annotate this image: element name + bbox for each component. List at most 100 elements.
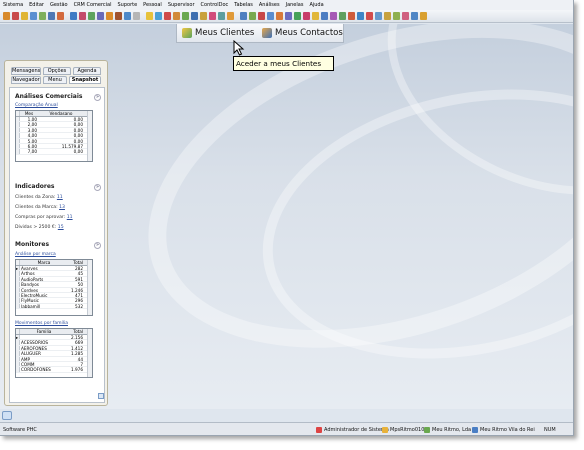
indicator-value-link[interactable]: 13 — [59, 205, 65, 210]
collapse-indicadores-icon[interactable]: » — [94, 184, 101, 191]
menu-supervisor[interactable]: Supervisor — [165, 2, 198, 8]
toolbar-icon[interactable] — [57, 12, 64, 20]
toolbar-icon[interactable] — [411, 12, 418, 20]
toolbar-icon[interactable] — [106, 12, 113, 20]
toolbar-icon[interactable] — [191, 12, 198, 20]
toolbar-icon[interactable] — [115, 12, 122, 20]
indicator-item: Compras por aprovar: 11 — [15, 215, 73, 220]
tab-snapshot[interactable]: Snapshot — [69, 76, 101, 84]
quick-access-bar: Meus Clientes Meus Contactos — [176, 24, 344, 43]
col-marca[interactable]: Marca — [20, 260, 68, 265]
toolbar-icon[interactable] — [39, 12, 46, 20]
col-total[interactable]: Total — [68, 329, 84, 334]
toolbar-icon[interactable] — [70, 12, 77, 20]
menu-gestao[interactable]: Gestão — [47, 2, 71, 8]
indicator-value-link[interactable]: 11 — [67, 215, 73, 220]
toolbar-icon[interactable] — [330, 12, 337, 20]
comparacao-anual-grid: Mes Vendasano 1,00 0,00 2,00 0,00 3,00 0,00 … — [15, 110, 93, 162]
toolbar-icon[interactable] — [276, 12, 283, 20]
menu-ajuda[interactable]: Ajuda — [306, 2, 326, 8]
side-panel: Mensagens Opções Agenda Navegador Menu S… — [4, 60, 108, 406]
tab-mensagens[interactable]: Mensagens — [11, 67, 41, 75]
menu-controldoc[interactable]: ControlDoc — [198, 2, 232, 8]
toolbar-icon[interactable] — [312, 12, 319, 20]
collapse-monitores-icon[interactable]: » — [94, 242, 101, 249]
toolbar-icon[interactable] — [21, 12, 28, 20]
toolbar-icon[interactable] — [357, 12, 364, 20]
collapse-analises-icon[interactable]: » — [94, 94, 101, 101]
indicator-value-link[interactable]: 11 — [57, 195, 63, 200]
toolbar-icon[interactable] — [393, 12, 400, 20]
toolbar-icon[interactable] — [240, 12, 247, 20]
table-row[interactable]: 7,00 0,00 — [16, 149, 92, 155]
menu-pessoal[interactable]: Pessoal — [140, 2, 165, 8]
toolbar-icon[interactable] — [227, 12, 234, 20]
menu-editar[interactable]: Editar — [26, 2, 47, 8]
main-toolbar — [0, 10, 573, 23]
toolbar-icon[interactable] — [48, 12, 55, 20]
toolbar-icon[interactable] — [164, 12, 171, 20]
toolbar-icon[interactable] — [133, 12, 140, 20]
company-icon — [424, 426, 430, 433]
toolbar-icon[interactable] — [384, 12, 391, 20]
toolbar-icon[interactable] — [258, 12, 265, 20]
analise-por-marca-link[interactable]: Análise por marca — [15, 252, 56, 257]
toolbar-icon[interactable] — [79, 12, 86, 20]
toolbar-icon[interactable] — [303, 12, 310, 20]
col-mes[interactable]: Mes — [20, 111, 38, 116]
toolbar-icon[interactable] — [173, 12, 180, 20]
toolbar-icon[interactable] — [348, 12, 355, 20]
menu-analises[interactable]: Análises — [256, 2, 283, 8]
toolbar-icon[interactable] — [12, 12, 19, 20]
expand-icon[interactable] — [98, 393, 104, 399]
comparacao-anual-link[interactable]: Comparação Anual — [15, 103, 58, 108]
movimentos-por-familia-link[interactable]: Movimentos por família — [15, 321, 68, 326]
grid-scrollbar[interactable] — [87, 260, 92, 315]
toolbar-icon[interactable] — [200, 12, 207, 20]
menu-sistema[interactable]: Sistema — [0, 2, 26, 8]
toolbar-icon[interactable] — [402, 12, 409, 20]
tab-menu[interactable]: Menu — [43, 76, 67, 84]
toolbar-icon[interactable] — [146, 12, 153, 20]
status-num: NUM — [544, 427, 556, 433]
indicator-item: Dívidas > 2500 €: 15 — [15, 225, 64, 230]
col-familia[interactable]: Familia — [20, 329, 68, 334]
toolbar-icon[interactable] — [88, 12, 95, 20]
menu-crm-comercial[interactable]: CRM Comercial — [71, 2, 115, 8]
col-vendas[interactable]: Vendasano — [38, 111, 84, 116]
table-row[interactable]: Jabbamill 532 — [16, 303, 92, 310]
toolbar-icon[interactable] — [267, 12, 274, 20]
taskbar-icon[interactable] — [2, 411, 12, 420]
toolbar-icon[interactable] — [366, 12, 373, 20]
meus-clientes-button[interactable]: Meus Clientes — [181, 26, 254, 41]
toolbar-icon[interactable] — [375, 12, 382, 20]
toolbar-icon[interactable] — [97, 12, 104, 20]
indicator-value-link[interactable]: 15 — [58, 225, 64, 230]
toolbar-icon[interactable] — [218, 12, 225, 20]
grid-scrollbar[interactable] — [87, 111, 92, 161]
toolbar-icon[interactable] — [420, 12, 427, 20]
tab-navegador[interactable]: Navegador — [11, 76, 41, 84]
toolbar-icon[interactable] — [285, 12, 292, 20]
toolbar-icon[interactable] — [155, 12, 162, 20]
toolbar-icon[interactable] — [321, 12, 328, 20]
table-row[interactable]: CORDOFONES 1.976 — [16, 367, 92, 373]
toolbar-icon[interactable] — [249, 12, 256, 20]
toolbar-icon[interactable] — [182, 12, 189, 20]
toolbar-icon[interactable] — [124, 12, 131, 20]
toolbar-icon[interactable] — [3, 12, 10, 20]
toolbar-icon[interactable] — [339, 12, 346, 20]
toolbar-icon[interactable] — [30, 12, 37, 20]
menu-suporte[interactable]: Suporte — [115, 2, 141, 8]
meus-contactos-button[interactable]: Meus Contactos — [261, 26, 343, 41]
tab-opcoes[interactable]: Opções — [43, 67, 71, 75]
menu-bar: Sistema Editar Gestão CRM Comercial Suporte P… — [0, 0, 573, 10]
menu-tabelas[interactable]: Tabelas — [231, 2, 256, 8]
toolbar-icon[interactable] — [294, 12, 301, 20]
menu-janelas[interactable]: Janelas — [283, 2, 307, 8]
database-icon — [382, 426, 388, 433]
tab-agenda[interactable]: Agenda — [73, 67, 101, 75]
toolbar-icon[interactable] — [209, 12, 216, 20]
grid-scrollbar[interactable] — [87, 329, 92, 377]
col-total[interactable]: Total — [68, 260, 84, 265]
